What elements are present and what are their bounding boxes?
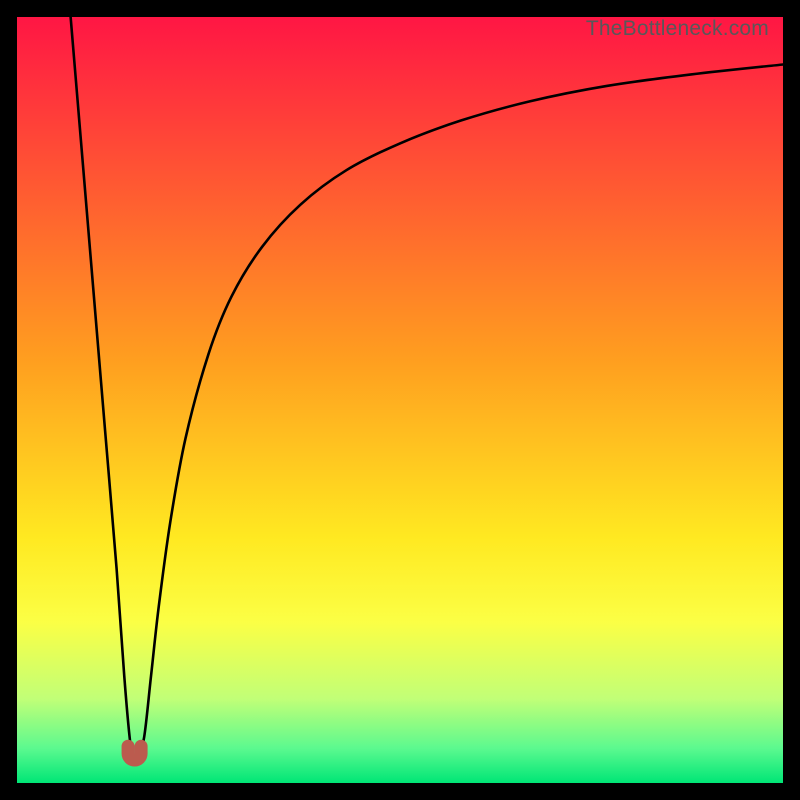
watermark-label: TheBottleneck.com bbox=[586, 17, 769, 41]
chart-svg bbox=[17, 17, 783, 783]
chart-frame: TheBottleneck.com bbox=[0, 0, 800, 800]
plot-area: TheBottleneck.com bbox=[17, 17, 783, 783]
gradient-background bbox=[17, 17, 783, 783]
